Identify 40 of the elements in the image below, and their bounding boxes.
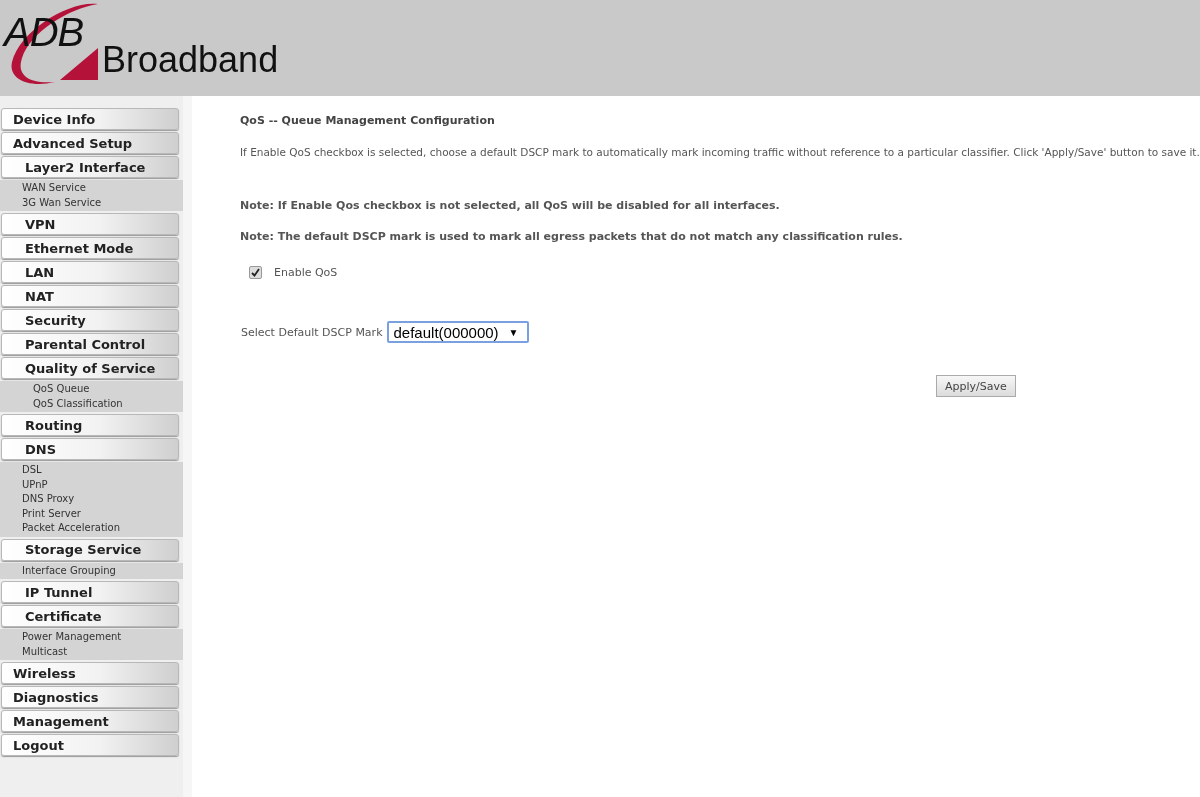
menu-link[interactable]: UPnP <box>0 477 48 492</box>
dscp-label: Select Default DSCP Mark <box>241 325 383 339</box>
menu-button[interactable]: Layer2 Interface <box>1 156 179 178</box>
menu-button[interactable]: VPN <box>1 213 179 235</box>
menu-link[interactable]: Power Management <box>0 630 122 645</box>
menu-button[interactable]: Security <box>1 309 179 331</box>
menu-button[interactable]: Diagnostics <box>1 686 179 708</box>
enable-qos-label: Enable QoS <box>274 266 338 279</box>
enable-qos-checkbox[interactable] <box>249 266 262 279</box>
menu-button[interactable]: Routing <box>1 414 179 436</box>
menu-link[interactable]: QoS Queue <box>0 382 90 397</box>
apply-save-button[interactable]: Apply/Save <box>936 375 1016 397</box>
menu-button[interactable]: Advanced Setup <box>1 132 179 154</box>
menu-link[interactable]: Multicast <box>0 644 68 659</box>
dscp-select[interactable]: default(000000) ▼ <box>386 321 529 343</box>
menu-button[interactable]: Storage Service <box>1 538 179 561</box>
description: If Enable QoS checkbox is selected, choose a default DSCP mark to automatically mark incoming traffic without reference to a particular classifier. Click 'Apply/Save' button to save it. <box>240 146 1200 158</box>
menu-button[interactable]: Logout <box>1 734 179 756</box>
note: Note: If Enable Qos checkbox is not selected, all QoS will be disabled for all interfaces. <box>240 199 780 212</box>
menu-link[interactable]: QoS Classification <box>0 396 123 411</box>
menu-button[interactable]: Certificate <box>1 605 179 627</box>
menu-button[interactable]: Wireless <box>1 662 179 684</box>
menu-button[interactable]: Management <box>1 710 179 732</box>
menu-link[interactable]: WAN Service <box>0 181 86 196</box>
menu-button[interactable]: Ethernet Mode <box>1 237 179 259</box>
menu-link[interactable]: Print Server <box>0 506 81 521</box>
menu-button[interactable]: Device Info <box>1 108 179 130</box>
menu-link[interactable]: DNS Proxy <box>0 492 75 507</box>
logo-name: Broadband <box>102 42 279 78</box>
menu-button[interactable]: Quality of Service <box>1 357 179 379</box>
page-title: QoS -- Queue Management Configuration <box>240 114 495 127</box>
menu-button[interactable]: IP Tunnel <box>1 581 179 603</box>
menu-link[interactable]: Packet Acceleration <box>0 521 121 536</box>
menu-button[interactable]: Parental Control <box>1 333 179 355</box>
note: Note: The default DSCP mark is used to mark all egress packets that do not match any classification rules. <box>240 230 903 243</box>
menu-button[interactable]: NAT <box>1 285 179 307</box>
menu-link[interactable]: 3G Wan Service <box>0 195 102 210</box>
menu-link[interactable]: DSL <box>0 463 42 478</box>
menu-button[interactable]: LAN <box>1 261 179 283</box>
menu-button[interactable]: DNS <box>1 438 179 460</box>
